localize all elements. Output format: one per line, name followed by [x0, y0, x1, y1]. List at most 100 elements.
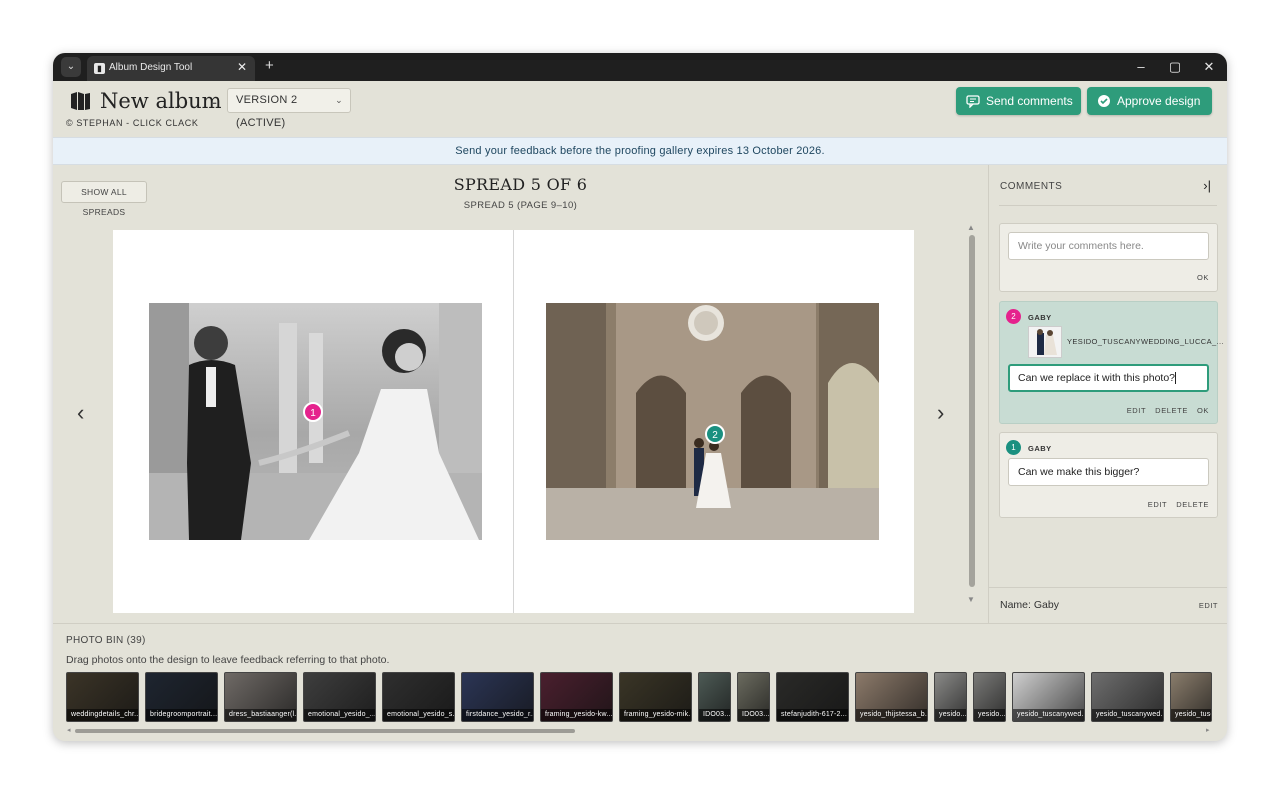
comment-1-actions: EDIT DELETE [1139, 500, 1209, 509]
send-comments-button[interactable]: Send comments [956, 87, 1081, 115]
previous-spread-arrow-icon[interactable]: ‹ [77, 400, 84, 426]
comment-icon [966, 95, 980, 108]
photo-bin-thumbnail-label: yesido_tuscanywed... [1092, 709, 1163, 721]
browser-tab[interactable]: ▮ Album Design Tool ✕ [87, 56, 255, 81]
spread-title: SPREAD 5 OF 6 [453, 175, 588, 194]
photo-bin-thumbnail-label: yesido... [935, 709, 966, 721]
ok-button[interactable]: OK [1197, 406, 1209, 415]
photo-bin-thumbnail[interactable]: IDO03... [698, 672, 731, 722]
comments-panel: COMMENTS ›| Write your comments here. OK… [988, 165, 1227, 623]
photo-bin-thumbnail-label: IDO03... [738, 709, 769, 721]
delete-button[interactable]: DELETE [1176, 500, 1209, 509]
photo-bin-thumbnail[interactable]: framing_yesido-mik... [619, 672, 692, 722]
tab-close-icon[interactable]: ✕ [237, 60, 247, 74]
comment-1-text: Can we make this bigger? [1008, 458, 1209, 486]
name-footer: Name: Gaby EDIT [989, 587, 1227, 623]
photo-bin-thumbnail-label: firstdance_yesido_r... [462, 709, 533, 721]
photo-bin-thumbnail-label: bridegroomportrait... [146, 709, 217, 721]
send-comments-label: Send comments [986, 94, 1073, 108]
maximize-button[interactable]: ▢ [1161, 56, 1189, 78]
photo-bin-thumbnail-label: emotional_yesido_... [304, 709, 375, 721]
abbey-photo[interactable] [546, 303, 879, 540]
photo-bin-thumbnail[interactable]: yesido_tusca... [1170, 672, 1212, 722]
spread-subtitle: SPREAD 5 (PAGE 9–10) [463, 200, 578, 211]
minimize-button[interactable]: – [1127, 56, 1155, 78]
check-circle-icon [1098, 95, 1110, 107]
photo-bin-thumbnail[interactable]: yesido_tuscanywed... [1012, 672, 1085, 722]
photo-bin-thumbnail[interactable]: emotional_yesido_... [303, 672, 376, 722]
photo-bin-thumbnail-label: framing_yesido-mik... [620, 709, 691, 721]
comment-2-actions: EDIT DELETE OK [1118, 406, 1209, 415]
attached-photo-image [1029, 327, 1061, 357]
new-comment-card: Write your comments here. OK [999, 223, 1218, 292]
copyright-text: © STEPHAN - CLICK CLACK [66, 118, 199, 128]
next-spread-arrow-icon[interactable]: › [937, 400, 944, 426]
album-title: New album [100, 89, 222, 113]
version-select[interactable]: VERSION 2 (ACTIVE) ⌄ [227, 88, 351, 129]
photo-bin-thumbnail-label: yesido_tuscanywed... [1013, 709, 1084, 721]
approve-design-button[interactable]: Approve design [1087, 87, 1212, 115]
collapse-panel-icon[interactable]: ›| [1203, 178, 1211, 193]
photo-bin-thumbnail[interactable]: weddingdetails_chr... [66, 672, 139, 722]
attached-photo-thumbnail [1028, 326, 1062, 358]
delete-button[interactable]: DELETE [1155, 406, 1188, 415]
photo-bin-thumbnail[interactable]: yesido... [934, 672, 967, 722]
tab-list-button[interactable]: ⌄ [61, 57, 81, 77]
commenter-name: Name: Gaby [1000, 599, 1059, 611]
photo-bin-thumbnail-label: yesido_tusca... [1171, 709, 1211, 721]
comment-number-badge: 2 [1006, 309, 1021, 324]
photo-bin: PHOTO BIN (39) Drag photos onto the desi… [53, 623, 1227, 741]
abbey-ruins-image [546, 303, 879, 540]
photo-bin-thumbnail[interactable]: bridegroomportrait... [145, 672, 218, 722]
scroll-down-arrow-icon[interactable]: ▼ [967, 595, 975, 604]
scroll-right-arrow-icon[interactable]: ▸ [1206, 726, 1210, 734]
comment-number-badge: 1 [1006, 440, 1021, 455]
chevron-down-icon: ⌄ [335, 95, 343, 105]
vertical-scrollbar[interactable] [969, 235, 975, 587]
attached-photo-name: YESIDO_TUSCANYWEDDING_LUCCA_... [1067, 337, 1225, 346]
spread-canvas: SHOW ALL SPREADS SPREAD 5 OF 6 SPREAD 5 … [53, 165, 988, 623]
photo-bin-thumbnail-label: IDO03... [699, 709, 730, 721]
photo-bin-thumbnail-label: stefanjudith-617-2... [777, 709, 848, 721]
scroll-up-arrow-icon[interactable]: ▲ [967, 223, 975, 232]
edit-name-button[interactable]: EDIT [1199, 601, 1218, 610]
new-tab-button[interactable]: + [265, 57, 274, 74]
photo-bin-thumbnail-label: yesido_thijstessa_b... [856, 709, 927, 721]
photo-bin-thumbnail[interactable]: yesido_tuscanywed... [1091, 672, 1164, 722]
browser-titlebar: ⌄ ▮ Album Design Tool ✕ + – ▢ ✕ [53, 53, 1227, 81]
photo-bin-thumbnail[interactable]: yesido_thijstessa_b... [855, 672, 928, 722]
album-book-icon [71, 92, 90, 110]
album-favicon-icon: ▮ [94, 63, 105, 74]
edit-button[interactable]: EDIT [1148, 500, 1167, 509]
edit-button[interactable]: EDIT [1127, 406, 1146, 415]
photo-bin-thumbnail[interactable]: yesido... [973, 672, 1006, 722]
comment-2-text: Can we replace it with this photo? [1018, 372, 1176, 384]
horizontal-scrollbar[interactable] [75, 729, 575, 733]
new-comment-input[interactable]: Write your comments here. [1008, 232, 1209, 260]
new-comment-ok-button[interactable]: OK [1197, 273, 1209, 282]
photo-bin-help: Drag photos onto the design to leave fee… [66, 654, 390, 666]
comment-card-2[interactable]: 2 GABY YESIDO_TUSCANYWEDDING_LUCCA_... C… [999, 301, 1224, 424]
photo-bin-thumbnail[interactable]: IDO03... [737, 672, 770, 722]
comment-2-input[interactable]: Can we replace it with this photo? [1008, 364, 1209, 392]
comments-title: COMMENTS [1000, 181, 1063, 192]
scroll-left-arrow-icon[interactable]: ◂ [67, 726, 71, 734]
comment-marker-2[interactable]: 1 [303, 402, 323, 422]
photo-bin-thumbnail-label: emotional_yesido_s... [383, 709, 454, 721]
comment-card-1[interactable]: 1 GABY Can we make this bigger? EDIT DELE… [999, 432, 1218, 518]
app-header: New album - VERSION 2 (ACTIVE) ⌄ © STEPH… [53, 81, 1227, 137]
photo-bin-thumbnail[interactable]: dress_bastiaanger(l... [224, 672, 297, 722]
left-page: 1 [113, 230, 514, 613]
version-select-label: VERSION 2 (ACTIVE) [236, 94, 298, 129]
approve-design-label: Approve design [1117, 94, 1201, 108]
photo-bin-thumbnail[interactable]: emotional_yesido_s... [382, 672, 455, 722]
comment-author: GABY [1028, 444, 1052, 453]
photo-bin-thumbnail[interactable]: framing_yesido-kw... [540, 672, 613, 722]
expiry-banner: Send your feedback before the proofing g… [53, 137, 1227, 165]
photo-bin-thumbnail[interactable]: firstdance_yesido_r... [461, 672, 534, 722]
close-window-button[interactable]: ✕ [1195, 56, 1223, 78]
photo-bin-strip: weddingdetails_chr... bridegroomportrait.… [66, 672, 1213, 724]
text-caret [1175, 372, 1177, 385]
photo-bin-thumbnail[interactable]: stefanjudith-617-2... [776, 672, 849, 722]
comment-marker-1[interactable]: 2 [705, 424, 725, 444]
